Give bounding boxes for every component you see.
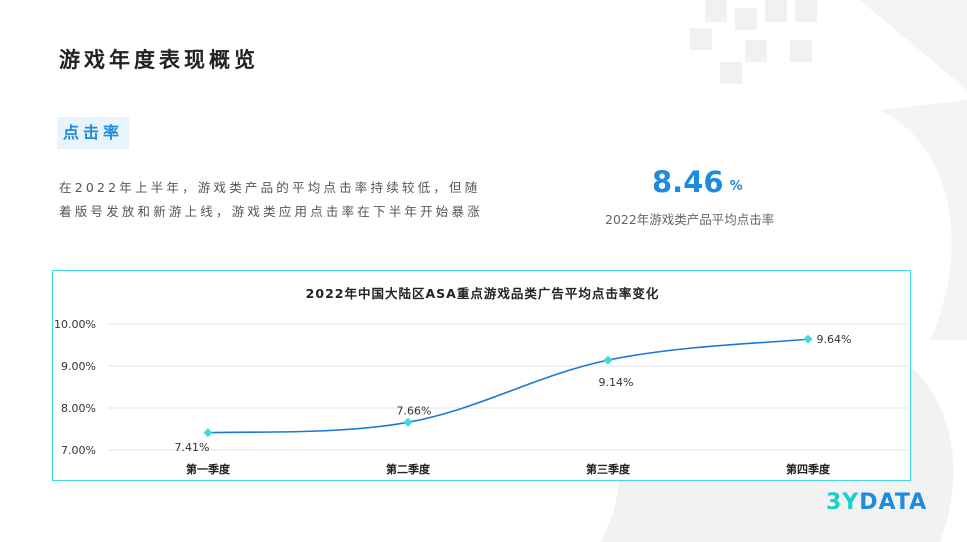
data-label: 7.41% — [175, 441, 210, 454]
kpi-value: 8.46% — [652, 165, 743, 199]
kpi-label: 2022年游戏类产品平均点击率 — [605, 212, 775, 227]
brand-logo: 3YDATA — [826, 490, 927, 515]
data-label: 7.66% — [397, 404, 432, 417]
x-axis: 第一季度 第二季度 第三季度 第四季度 — [186, 462, 831, 476]
brand-logo-suffix: DATA — [859, 490, 928, 515]
chart-grid — [108, 323, 908, 451]
section-tag: 点击率 — [57, 117, 130, 149]
data-point-marker — [203, 428, 213, 438]
x-tick-label: 第三季度 — [586, 462, 631, 476]
y-tick-label: 8.00% — [61, 402, 96, 415]
kpi-unit: % — [729, 179, 743, 194]
data-label: 9.64% — [817, 333, 852, 346]
data-label: 9.14% — [599, 376, 634, 389]
data-labels: 7.41% 7.66% 9.14% 9.64% — [175, 333, 852, 454]
description-text: 在2022年上半年，游戏类产品的平均点击率持续较低，但随着版号发放和新游上线，游… — [59, 180, 483, 219]
data-point-marker — [603, 355, 613, 365]
y-tick-label: 10.00% — [54, 318, 96, 331]
y-axis: 7.00% 8.00% 9.00% 10.00% — [54, 318, 96, 457]
kpi-number: 8.46 — [652, 165, 724, 199]
page-title: 游戏年度表现概览 — [59, 48, 259, 72]
series-markers — [203, 334, 813, 438]
series-line — [207, 338, 809, 434]
x-tick-label: 第四季度 — [786, 462, 831, 476]
x-tick-label: 第二季度 — [386, 462, 431, 476]
data-point-marker — [403, 417, 413, 427]
chart-frame: 2022年中国大陆区ASA重点游戏品类广告平均点击率变化 7.00% 8.00% 9… — [52, 270, 911, 481]
x-tick-label: 第一季度 — [186, 462, 231, 476]
y-tick-label: 7.00% — [61, 444, 96, 457]
y-tick-label: 9.00% — [61, 360, 96, 373]
line-chart: 2022年中国大陆区ASA重点游戏品类广告平均点击率变化 7.00% 8.00% 9… — [54, 286, 908, 476]
chart-title: 2022年中国大陆区ASA重点游戏品类广告平均点击率变化 — [306, 286, 660, 301]
data-point-marker — [803, 334, 813, 344]
brand-logo-prefix: 3Y — [826, 490, 860, 515]
